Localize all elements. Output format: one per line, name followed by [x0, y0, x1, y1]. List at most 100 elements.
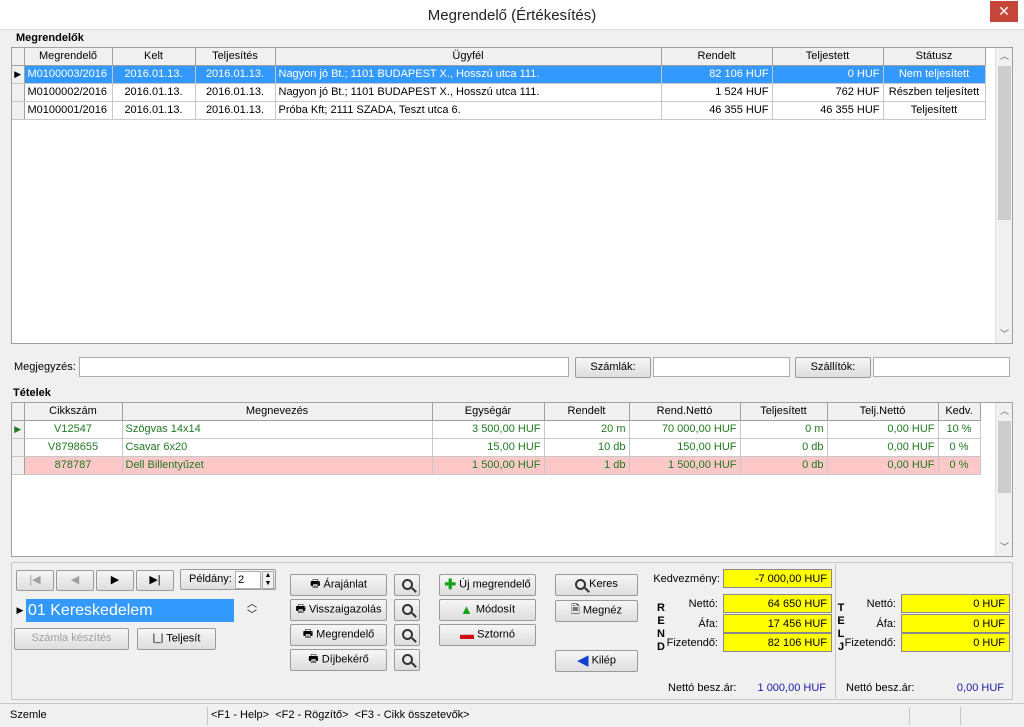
status-bar: Szemle <F1 - Help> <F2 - Rögzítő> <F3 - …: [0, 703, 1024, 727]
quote-preview-button[interactable]: [394, 574, 420, 596]
cancel-order-button[interactable]: ▬ Sztornó: [439, 624, 536, 646]
preview-icon: [401, 628, 413, 640]
items-grid[interactable]: Cikkszám Megnevezés Egységár Rendelt Ren…: [11, 402, 1013, 557]
column-header[interactable]: Rend.Nettó: [629, 403, 741, 421]
item-unit-price: 3 500,00 HUF: [432, 420, 545, 439]
item-ordered-net: 1 500,00 HUF: [629, 456, 741, 475]
confirmation-button[interactable]: 🖶 Visszaigazolás: [290, 599, 387, 621]
minus-icon: ▬: [460, 626, 474, 642]
item-ordered-net: 150,00 HUF: [629, 438, 741, 457]
row-indicator: [12, 456, 25, 475]
fulfill-button[interactable]: |_| Teljesít: [137, 628, 216, 650]
table-row[interactable]: ▶ V12547 Szögvas 14x14 3 500,00 HUF 20 m…: [12, 420, 981, 439]
rend-vat-value: 17 456 HUF: [723, 614, 832, 633]
prev-record-button[interactable]: ◀: [56, 570, 94, 591]
items-scrollbar[interactable]: ︿ ﹀: [995, 403, 1012, 556]
table-row[interactable]: M0100002/2016 2016.01.13. 2016.01.13. Na…: [12, 83, 986, 102]
invoices-field[interactable]: [653, 357, 790, 377]
chevron-down-icon[interactable]: ﹀: [247, 610, 257, 621]
company-spinner[interactable]: ︿ ﹀: [244, 599, 260, 622]
table-row[interactable]: ▶ M0100003/2016 2016.01.13. 2016.01.13. …: [12, 65, 986, 84]
column-header[interactable]: Teljesített: [740, 403, 828, 421]
confirmation-preview-button[interactable]: [394, 599, 420, 621]
row-indicator: [12, 101, 25, 120]
copies-spinner[interactable]: ▲ ▼: [262, 571, 274, 589]
orders-header-row: Megrendelő Kelt Teljesítés Ügyfél Rendel…: [12, 48, 986, 66]
rend-pay-value: 82 106 HUF: [723, 633, 832, 652]
item-code: 878787: [24, 456, 123, 475]
suppliers-field[interactable]: [873, 357, 1010, 377]
spin-down-icon[interactable]: ▼: [265, 580, 272, 587]
order-date: 2016.01.13.: [112, 101, 196, 120]
chevron-up-icon[interactable]: ︿: [247, 599, 257, 610]
fee-preview-button[interactable]: [394, 649, 420, 671]
order-status: Részben teljesített: [883, 83, 986, 102]
column-header[interactable]: Egységár: [432, 403, 545, 421]
spin-up-icon[interactable]: ▲: [265, 572, 272, 579]
printer-icon: 🖶: [295, 603, 306, 615]
current-row-arrow-icon: ▶: [12, 420, 25, 439]
close-icon[interactable]: ✕: [990, 1, 1018, 22]
suppliers-button[interactable]: Szállítók:: [795, 357, 871, 378]
modify-label: Módosít: [475, 603, 516, 616]
printer-icon: 🖶: [310, 578, 321, 590]
column-header[interactable]: Teljestett: [772, 48, 884, 66]
create-invoice-button[interactable]: Számla készítés: [14, 628, 129, 650]
order-print-button[interactable]: 🖶 Megrendelő: [290, 624, 387, 646]
column-header[interactable]: Rendelt: [544, 403, 630, 421]
fee-request-button[interactable]: 🖶 Díjbekérő: [290, 649, 387, 671]
order-fulfilled: 46 355 HUF: [772, 101, 884, 120]
window-title: Megrendelő (Értékesítés): [427, 7, 597, 24]
column-header[interactable]: Ügyfél: [275, 48, 662, 66]
scroll-down-icon[interactable]: ﹀: [996, 326, 1013, 343]
orders-grid[interactable]: Megrendelő Kelt Teljesítés Ügyfél Rendel…: [11, 47, 1013, 344]
current-row-arrow-icon: ▶: [12, 65, 25, 84]
scroll-up-icon[interactable]: ︿: [996, 403, 1013, 420]
exit-label: Kilép: [591, 654, 617, 667]
plus-icon: ✚: [444, 576, 457, 592]
quote-button[interactable]: 🖶 Árajánlat: [290, 574, 387, 596]
modify-button[interactable]: ▲ Módosít: [439, 599, 536, 621]
column-header[interactable]: Rendelt: [661, 48, 773, 66]
column-header[interactable]: Teljesítés: [195, 48, 276, 66]
column-header[interactable]: Megnevezés: [122, 403, 433, 421]
company-selector[interactable]: 01 Kereskedelem: [26, 599, 234, 622]
item-discount: 0 %: [938, 438, 981, 457]
rend-letter: E: [657, 615, 665, 627]
scroll-thumb[interactable]: [998, 66, 1011, 220]
column-header[interactable]: Kedv.: [938, 403, 981, 421]
column-header[interactable]: Státusz: [883, 48, 986, 66]
rend-purchase-label: Nettó besz.ár:: [668, 682, 737, 694]
exit-button[interactable]: ◀ Kilép: [555, 650, 638, 672]
table-row[interactable]: M0100001/2016 2016.01.13. 2016.01.13. Pr…: [12, 101, 986, 120]
last-record-button[interactable]: ▶|: [136, 570, 174, 591]
search-button[interactable]: Keres: [555, 574, 638, 596]
column-header[interactable]: Megrendelő: [24, 48, 113, 66]
column-header[interactable]: Kelt: [112, 48, 196, 66]
item-fulfilled-net: 0,00 HUF: [827, 456, 939, 475]
item-ordered-net: 70 000,00 HUF: [629, 420, 741, 439]
scroll-thumb[interactable]: [998, 421, 1011, 493]
preview-icon: [401, 603, 413, 615]
copies-input[interactable]: 2: [235, 571, 261, 589]
telj-net-value: 0 HUF: [901, 594, 1010, 613]
new-order-button[interactable]: ✚ Új megrendelő: [439, 574, 536, 596]
scroll-down-icon[interactable]: ﹀: [996, 539, 1013, 556]
column-header[interactable]: Telj.Nettó: [827, 403, 939, 421]
orders-scrollbar[interactable]: ︿ ﹀: [995, 48, 1012, 343]
column-header[interactable]: Cikkszám: [24, 403, 123, 421]
first-record-button[interactable]: |◀: [16, 570, 54, 591]
search-icon: [575, 578, 587, 590]
notes-input[interactable]: [79, 357, 569, 377]
view-button[interactable]: 🗎 Megnéz: [555, 600, 638, 622]
order-preview-button[interactable]: [394, 624, 420, 646]
invoices-button[interactable]: Számlák:: [575, 357, 651, 378]
table-row[interactable]: 878787 Dell Billentyűzet 1 500,00 HUF 1 …: [12, 456, 981, 475]
order-amount: 46 355 HUF: [661, 101, 773, 120]
table-row[interactable]: V8798655 Csavar 6x20 15,00 HUF 10 db 150…: [12, 438, 981, 457]
order-customer: Nagyon jó Bt.; 1101 BUDAPEST X., Hosszú …: [275, 83, 662, 102]
copies-label: Példány:: [189, 573, 232, 585]
rend-net-value: 64 650 HUF: [723, 594, 832, 613]
next-record-button[interactable]: ▶: [96, 570, 134, 591]
scroll-up-icon[interactable]: ︿: [996, 48, 1013, 65]
